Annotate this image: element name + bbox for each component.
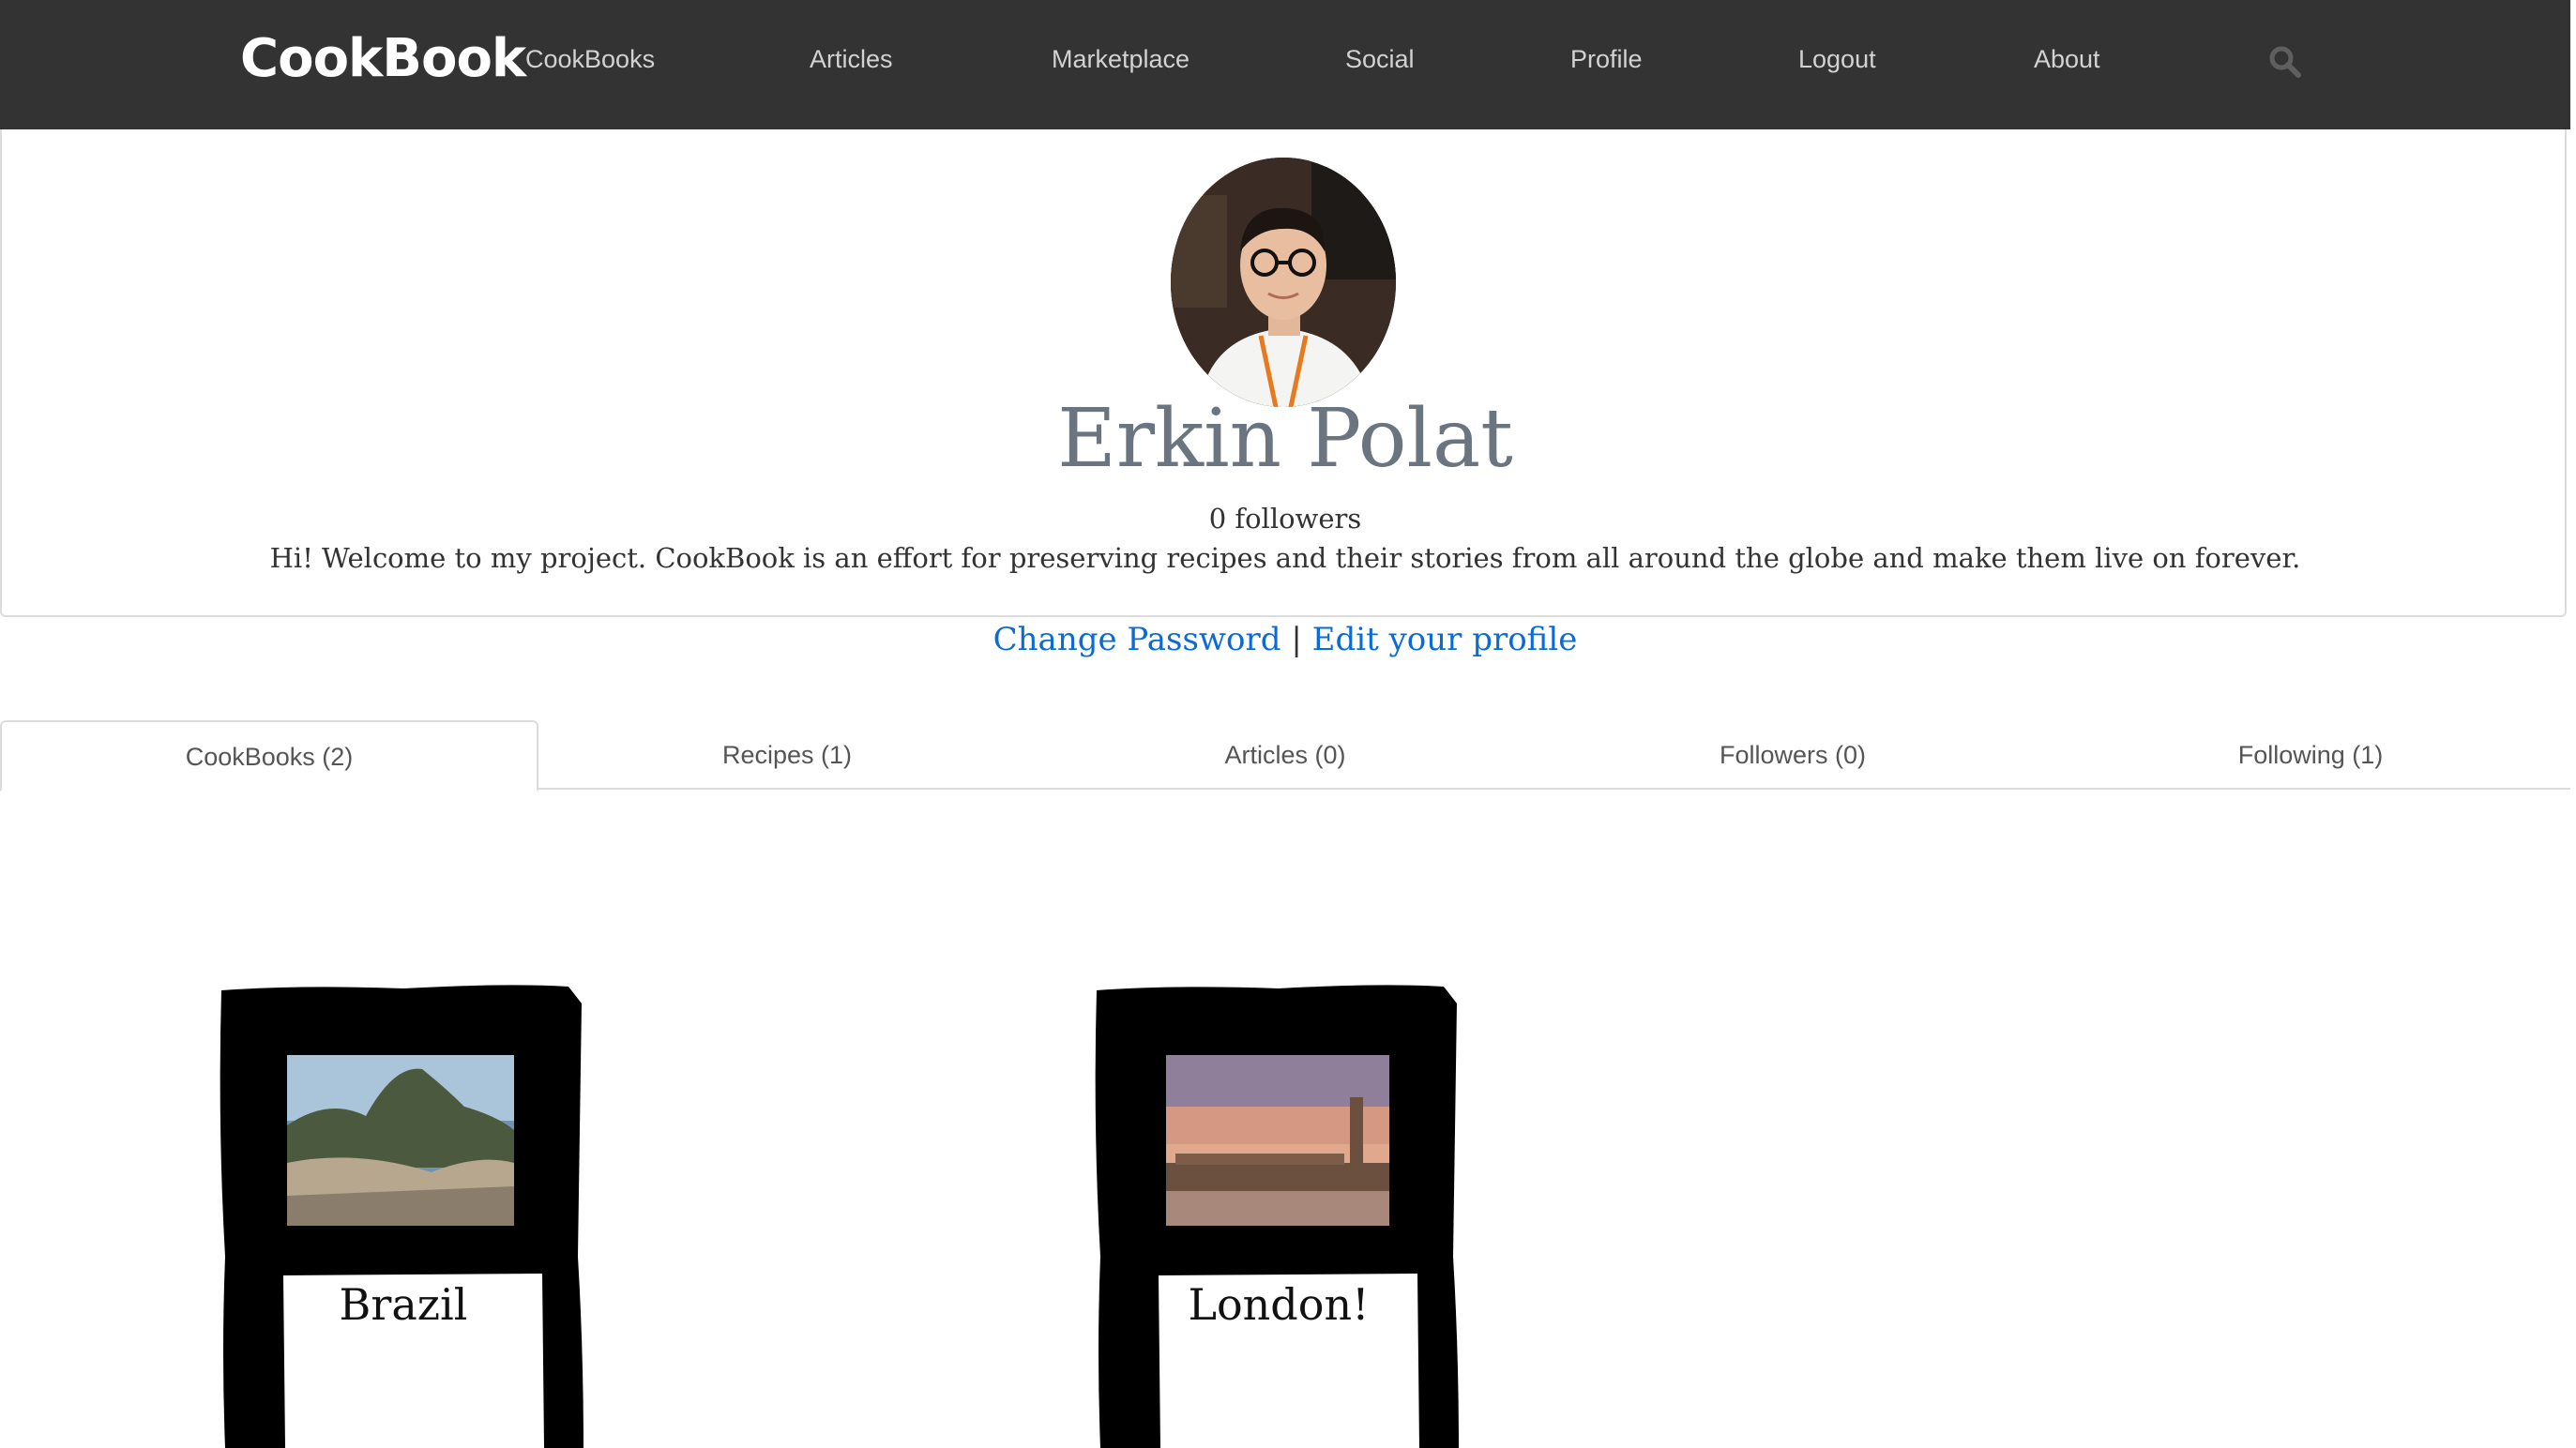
page: CookBook CookBooks Articles Marketplace …	[0, 0, 2576, 1448]
avatar	[1171, 158, 1396, 407]
tab-followers[interactable]: Followers (0)	[1535, 720, 2051, 790]
profile-links: Change Password | Edit your profile	[0, 621, 2570, 658]
profile-name: Erkin Polat	[1057, 392, 1513, 486]
nav-item-cookbooks[interactable]: CookBooks	[525, 45, 655, 74]
tab-following[interactable]: Following (1)	[2051, 720, 2570, 790]
change-password-link[interactable]: Change Password	[993, 621, 1281, 658]
tab-recipes[interactable]: Recipes (1)	[538, 720, 1036, 790]
followers-count: 0 followers	[1208, 503, 1362, 535]
cookbook-title: London!	[1188, 1279, 1370, 1330]
tab-articles[interactable]: Articles (0)	[1036, 720, 1535, 790]
search-icon[interactable]	[2268, 45, 2302, 79]
cookbook-card-brazil[interactable]: Brazil	[216, 975, 591, 1448]
brand-logo[interactable]: CookBook	[240, 28, 526, 89]
nav-item-about[interactable]: About	[2034, 45, 2100, 74]
edit-profile-link[interactable]: Edit your profile	[1312, 621, 1578, 658]
profile-bio: Hi! Welcome to my project. CookBook is a…	[269, 542, 2301, 574]
tab-cookbooks[interactable]: CookBooks (2)	[0, 720, 538, 792]
navbar: CookBook CookBooks Articles Marketplace …	[0, 0, 2570, 129]
profile-tabs: CookBooks (2) Recipes (1) Articles (0) F…	[0, 720, 2570, 792]
nav-item-articles[interactable]: Articles	[810, 45, 893, 74]
nav-item-marketplace[interactable]: Marketplace	[1052, 45, 1190, 74]
nav-item-social[interactable]: Social	[1345, 45, 1415, 74]
nav-item-logout[interactable]: Logout	[1798, 45, 1876, 74]
cookbook-title: Brazil	[339, 1279, 468, 1330]
links-separator: |	[1291, 621, 1302, 658]
nav-item-profile[interactable]: Profile	[1570, 45, 1643, 74]
cookbook-card-london[interactable]: London!	[1091, 975, 1466, 1448]
